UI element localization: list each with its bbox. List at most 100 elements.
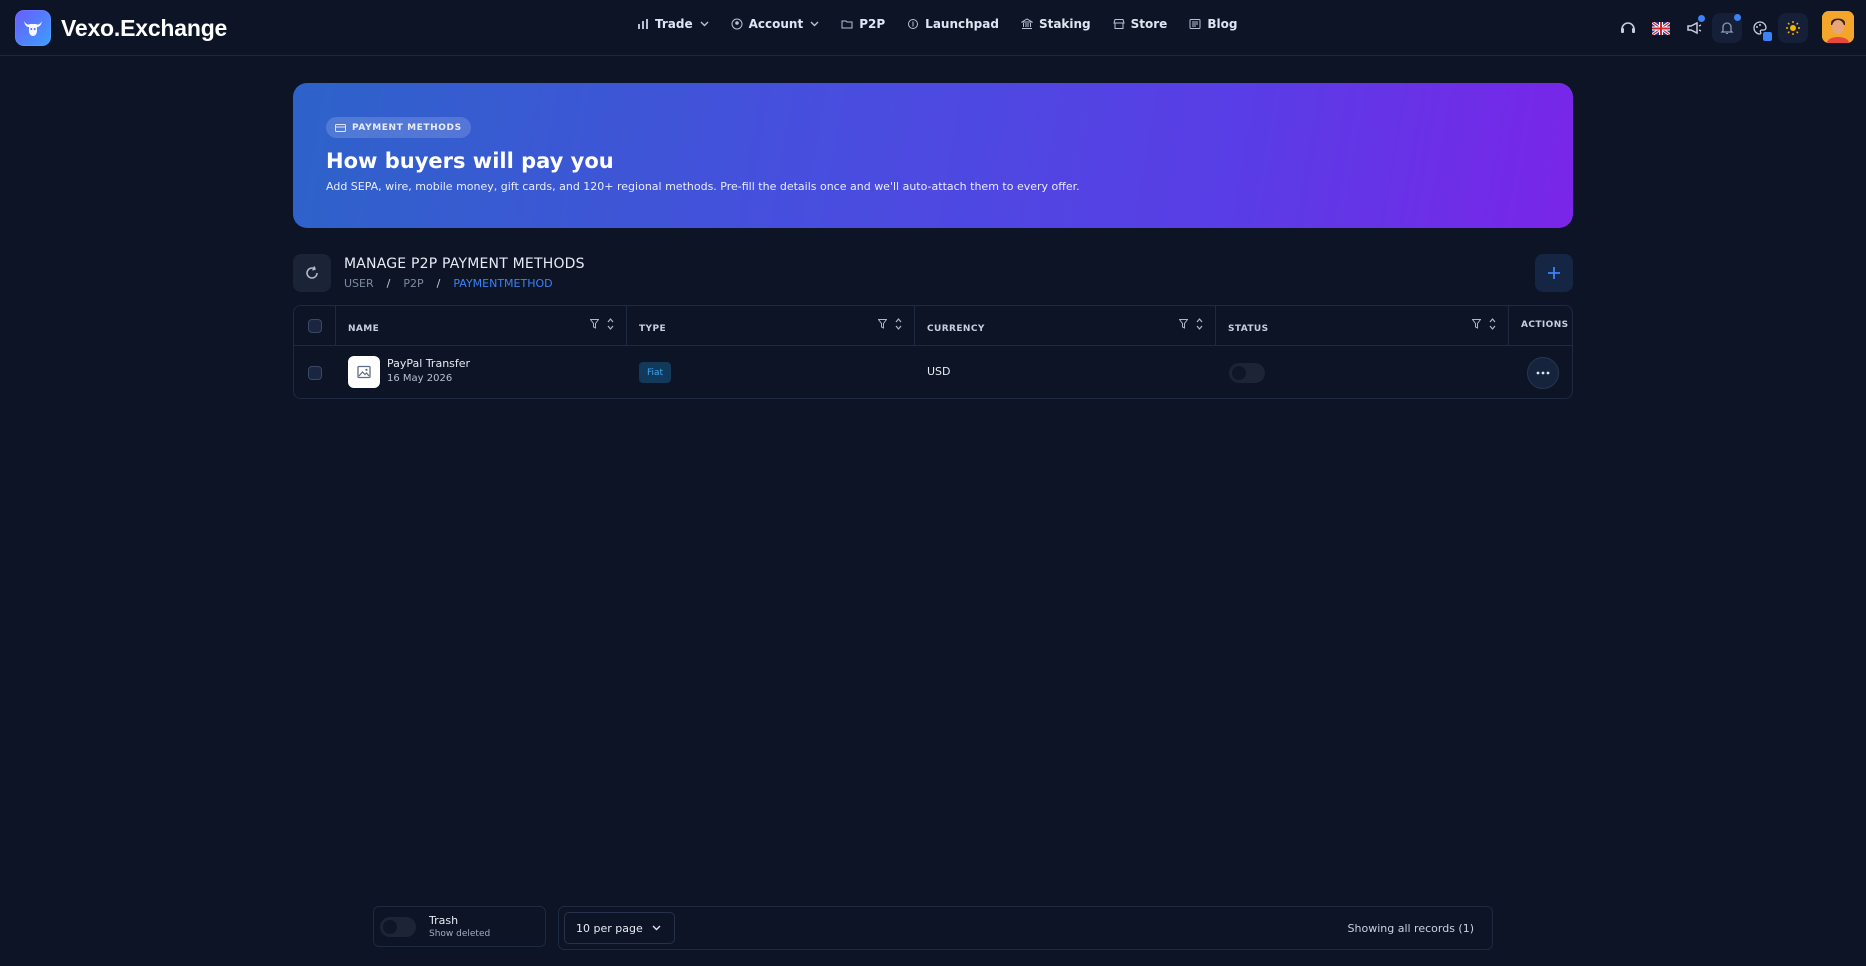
support-button[interactable] <box>1613 13 1643 43</box>
breadcrumb-separator: / <box>436 277 441 290</box>
column-label: NAME <box>348 324 380 334</box>
records-summary: Showing all records (1) <box>1347 922 1474 935</box>
store-icon <box>1112 19 1125 29</box>
filter-icon[interactable] <box>1179 319 1188 329</box>
nav-item-trade[interactable]: Trade <box>637 17 709 31</box>
filter-icon[interactable] <box>590 319 599 329</box>
header-actions <box>1610 13 1808 43</box>
breadcrumb-p2p[interactable]: P2P <box>403 277 423 290</box>
table-row[interactable]: PayPal Transfer 16 May 2026 Fiat USD <box>294 347 1572 398</box>
bar-chart-icon <box>638 19 648 29</box>
breadcrumb-user[interactable]: USER <box>344 277 374 290</box>
nav-label: P2P <box>859 17 886 31</box>
sort-icon[interactable] <box>607 318 614 330</box>
sort-icon[interactable] <box>1196 318 1203 330</box>
payment-method-date: 16 May 2026 <box>387 373 453 384</box>
chevron-down-icon <box>652 925 661 931</box>
column-header-name: NAME <box>336 306 627 346</box>
column-header-type: TYPE <box>627 306 915 346</box>
bull-logo-icon <box>15 10 51 46</box>
row-checkbox[interactable] <box>308 366 322 380</box>
brand-name: Vexo.Exchange <box>61 14 228 41</box>
column-label: STATUS <box>1228 324 1269 334</box>
add-payment-method-button[interactable] <box>1535 254 1573 292</box>
nav-item-store[interactable]: Store <box>1112 17 1168 31</box>
newspaper-icon <box>1189 19 1201 29</box>
image-placeholder-icon <box>357 365 371 379</box>
language-button[interactable] <box>1646 13 1676 43</box>
nav-item-launchpad[interactable]: Launchpad <box>907 17 999 31</box>
select-all-checkbox[interactable] <box>308 319 322 333</box>
column-header-currency: CURRENCY <box>915 306 1216 346</box>
nav-label: Blog <box>1207 17 1238 31</box>
nav-item-account[interactable]: Account <box>731 17 820 31</box>
select-all-column <box>294 306 336 346</box>
nav-item-p2p[interactable]: P2P <box>841 17 885 31</box>
column-header-status: STATUS <box>1216 306 1509 346</box>
breadcrumb-current: PAYMENTMETHOD <box>453 277 553 290</box>
bank-icon <box>1020 18 1033 29</box>
nav-item-staking[interactable]: Staking <box>1020 17 1091 31</box>
announcement-dot <box>1698 15 1705 22</box>
pagination-bar: 10 per page Showing all records (1) <box>558 906 1493 950</box>
main-nav: Trade Account P2P Launchpad Staking Stor… <box>637 17 1259 31</box>
per-page-select[interactable]: 10 per page <box>564 912 675 944</box>
more-horizontal-icon <box>1536 371 1550 375</box>
sort-icon[interactable] <box>1489 318 1496 330</box>
row-actions-button[interactable] <box>1527 357 1559 389</box>
avatar-image <box>1822 11 1854 43</box>
refresh-button[interactable] <box>293 254 331 292</box>
chevron-down-icon <box>810 21 819 27</box>
nav-label: Account <box>748 17 804 31</box>
show-deleted-toggle[interactable] <box>380 917 416 937</box>
nav-label: Store <box>1130 17 1168 31</box>
payment-method-name[interactable]: PayPal Transfer <box>387 357 470 370</box>
payment-methods-hero: PAYMENT METHODS How buyers will pay you … <box>293 83 1573 228</box>
nav-label: Launchpad <box>925 17 999 31</box>
user-avatar[interactable] <box>1822 11 1854 43</box>
column-label: CURRENCY <box>927 324 985 334</box>
sort-icon[interactable] <box>895 318 902 330</box>
refresh-icon <box>306 266 318 279</box>
hero-badge-label: PAYMENT METHODS <box>352 122 462 133</box>
credit-card-icon <box>335 123 346 132</box>
announcements-button[interactable] <box>1679 13 1709 43</box>
nav-label: Trade <box>655 17 693 31</box>
hero-subtitle: Add SEPA, wire, mobile money, gift cards… <box>326 180 1080 193</box>
folder-icon <box>841 20 853 29</box>
hero-badge: PAYMENT METHODS <box>326 117 471 138</box>
breadcrumb-separator: / <box>386 277 391 290</box>
user-group-icon <box>731 18 743 30</box>
trash-label: Trash <box>429 914 459 927</box>
payment-method-thumbnail <box>348 356 380 388</box>
hero-title: How buyers will pay you <box>326 149 614 173</box>
notifications-button[interactable] <box>1712 13 1742 43</box>
chevron-down-icon <box>700 21 709 27</box>
breadcrumb: USER / P2P / PAYMENTMETHOD <box>344 277 553 290</box>
theme-palette-button[interactable] <box>1745 13 1775 43</box>
currency-value: USD <box>927 365 951 378</box>
top-navbar: Vexo.Exchange Trade Account P2P Launchpa… <box>0 0 1866 56</box>
page-title: MANAGE P2P PAYMENT METHODS <box>344 256 585 272</box>
column-label: TYPE <box>639 324 667 334</box>
nav-item-blog[interactable]: Blog <box>1189 17 1237 31</box>
sun-icon <box>1786 21 1800 35</box>
plus-icon <box>1548 267 1560 279</box>
filter-icon[interactable] <box>1472 319 1481 329</box>
coin-icon <box>908 19 919 29</box>
column-header-actions: ACTIONS <box>1509 306 1572 346</box>
brand[interactable]: Vexo.Exchange <box>15 10 227 46</box>
bell-icon <box>1720 22 1734 34</box>
type-badge: Fiat <box>639 362 672 383</box>
trash-sublabel: Show deleted <box>429 929 491 939</box>
filter-icon[interactable] <box>878 319 887 329</box>
status-toggle[interactable] <box>1229 363 1265 383</box>
table-header: NAME TYPE CURRENCY STATUS ACTIONS <box>294 306 1572 346</box>
palette-dot <box>1763 32 1772 41</box>
headset-icon <box>1621 22 1635 33</box>
trash-filter: Trash Show deleted <box>373 906 546 947</box>
notification-dot <box>1734 14 1741 21</box>
per-page-value: 10 per page <box>576 921 643 935</box>
theme-toggle-button[interactable] <box>1778 13 1808 43</box>
payment-methods-table: NAME TYPE CURRENCY STATUS ACTIONS PayPal… <box>293 305 1573 399</box>
